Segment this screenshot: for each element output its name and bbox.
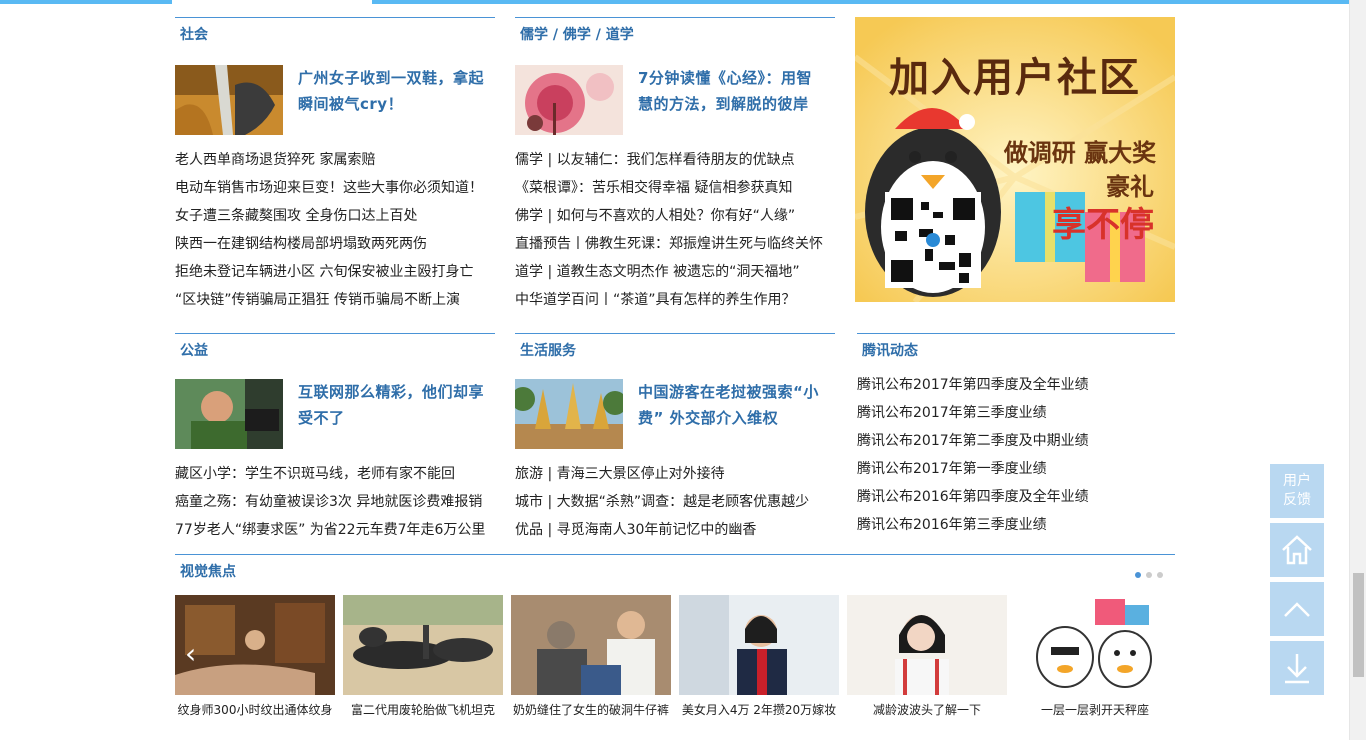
carousel-next-icon[interactable]: › (1151, 640, 1162, 668)
focus-caption[interactable]: 减龄波波头了解一下 (847, 695, 1007, 725)
news-item[interactable]: 藏区小学：学生不识斑马线，老师有家不能回 (175, 460, 495, 488)
feature-story[interactable]: 中国游客在老挝被强索“小费” 外交部介入维权 (515, 379, 835, 449)
focus-image[interactable] (343, 595, 503, 695)
vertical-scrollbar[interactable] (1349, 0, 1366, 740)
tencent-report-list: 腾讯公布2017年第四季度及全年业绩 腾讯公布2017年第三季度业绩 腾讯公布2… (857, 371, 1175, 539)
report-item[interactable]: 腾讯公布2017年第四季度及全年业绩 (857, 371, 1175, 399)
focus-item[interactable]: 富二代用废轮胎做飞机坦克 (343, 595, 503, 725)
section-religion: 儒学 / 佛学 / 道学 7分钟读懂《心经》：用智慧的方法，到解脱的彼岸 儒学 … (515, 17, 835, 314)
feature-story[interactable]: 互联网那么精彩，他们却享受不了 (175, 379, 495, 449)
news-item[interactable]: 77岁老人“绑妻求医” 为省22元车费7年走6万公里 (175, 516, 495, 544)
news-item[interactable]: 女子遭三条藏獒围攻 全身伤口达上百处 (175, 202, 495, 230)
section-title[interactable]: 公益 (180, 343, 208, 359)
focus-caption[interactable]: 一层一层剥开天秤座 (1015, 695, 1175, 725)
report-item[interactable]: 腾讯公布2016年第三季度业绩 (857, 511, 1175, 539)
carousel-prev-icon[interactable]: ‹ (185, 640, 196, 668)
focus-image[interactable] (679, 595, 839, 695)
report-item[interactable]: 腾讯公布2016年第四季度及全年业绩 (857, 483, 1175, 511)
news-item[interactable]: 直播预告丨佛教生死课：郑振煌讲生死与临终关怀 (515, 230, 835, 258)
focus-item[interactable]: 纹身师300小时纹出通体纹身 (175, 595, 335, 725)
home-button[interactable] (1270, 523, 1324, 577)
news-item[interactable]: 癌童之殇：有幼童被误诊3次 异地就医诊费难报销 (175, 488, 495, 516)
news-item[interactable]: 佛学 | 如何与不喜欢的人相处？你有好“人缘” (515, 202, 835, 230)
feature-title[interactable]: 中国游客在老挝被强索“小费” 外交部介入维权 (638, 379, 824, 431)
carousel-pagination (1135, 572, 1163, 578)
news-list: 藏区小学：学生不识斑马线，老师有家不能回 癌童之殇：有幼童被误诊3次 异地就医诊… (175, 460, 495, 544)
section-title[interactable]: 腾讯动态 (862, 343, 918, 359)
feedback-label-line-1: 用户 (1283, 473, 1311, 489)
focus-item[interactable]: 奶奶缝住了女生的破洞牛仔裤 (511, 595, 671, 725)
focus-caption[interactable]: 奶奶缝住了女生的破洞牛仔裤 (511, 695, 671, 725)
news-item[interactable]: 中华道学百问丨“茶道”具有怎样的养生作用？ (515, 286, 835, 314)
feature-thumbnail[interactable] (175, 65, 283, 135)
section-life-services: 生活服务 中国游客在老挝被强索“小费” 外交部介入维权 旅游 | 青海三大景区停… (515, 333, 835, 544)
news-item[interactable]: 旅游 | 青海三大景区停止对外接待 (515, 460, 835, 488)
focus-item[interactable]: 美女月入4万 2年攒20万嫁妆 (679, 595, 839, 725)
report-item[interactable]: 腾讯公布2017年第一季度业绩 (857, 455, 1175, 483)
community-ad-banner[interactable]: 加入用户社区 做调研 赢大奖 豪礼 享不停 (855, 17, 1175, 302)
section-header: 生活服务 (515, 333, 835, 367)
focus-image[interactable] (847, 595, 1007, 695)
visual-focus-carousel: 纹身师300小时纹出通体纹身 富二代用废轮胎做飞机坦克 奶奶缝住了女生的破洞牛仔… (175, 595, 1175, 725)
news-item[interactable]: 《菜根谭》：苦乐相交得幸福 疑信相参获真知 (515, 174, 835, 202)
news-item[interactable]: 老人西单商场退货猝死 家属索赔 (175, 146, 495, 174)
section-title[interactable]: 生活服务 (520, 343, 576, 359)
download-icon (1285, 654, 1309, 684)
download-button[interactable] (1270, 641, 1324, 695)
carousel-dot[interactable] (1146, 572, 1152, 578)
feature-thumbnail[interactable] (175, 379, 283, 449)
feedback-button[interactable]: 用户 反馈 (1270, 464, 1324, 518)
feature-title[interactable]: 互联网那么精彩，他们却享受不了 (298, 379, 484, 431)
section-charity: 公益 互联网那么精彩，他们却享受不了 藏区小学：学生不识斑马线，老师有家不能回 … (175, 333, 495, 544)
ad-line-3: 享不停 (1052, 205, 1154, 245)
report-item[interactable]: 腾讯公布2017年第三季度业绩 (857, 399, 1175, 427)
news-item[interactable]: “区块链”传销骗局正猖狂 传销币骗局不断上演 (175, 286, 495, 314)
news-item[interactable]: 优品 | 寻觅海南人30年前记忆中的幽香 (515, 516, 835, 544)
news-item[interactable]: 电动车销售市场迎来巨变！这些大事你必须知道！ (175, 174, 495, 202)
section-tencent-news: 腾讯动态 腾讯公布2017年第四季度及全年业绩 腾讯公布2017年第三季度业绩 … (857, 333, 1175, 539)
top-accent-bar (0, 0, 1349, 4)
feature-story[interactable]: 广州女子收到一双鞋，拿起瞬间被气cry！ (175, 65, 495, 135)
news-item[interactable]: 儒学 | 以友辅仁：我们怎样看待朋友的优缺点 (515, 146, 835, 174)
section-header: 儒学 / 佛学 / 道学 (515, 17, 835, 51)
news-item[interactable]: 陕西一在建钢结构楼局部坍塌致两死两伤 (175, 230, 495, 258)
section-society: 社会 广州女子收到一双鞋，拿起瞬间被气cry！ 老人西单商场退货猝死 家属索赔 … (175, 17, 495, 314)
feature-thumbnail[interactable] (515, 65, 623, 135)
ad-headline: 加入用户社区 (889, 55, 1141, 101)
feature-story[interactable]: 7分钟读懂《心经》：用智慧的方法，到解脱的彼岸 (515, 65, 835, 135)
feature-title[interactable]: 广州女子收到一双鞋，拿起瞬间被气cry！ (298, 65, 484, 117)
feature-title[interactable]: 7分钟读懂《心经》：用智慧的方法，到解脱的彼岸 (638, 65, 824, 117)
active-tab-gap (172, 0, 372, 4)
news-item[interactable]: 道学 | 道教生态文明杰作 被遗忘的“洞天福地” (515, 258, 835, 286)
news-list: 儒学 | 以友辅仁：我们怎样看待朋友的优缺点 《菜根谭》：苦乐相交得幸福 疑信相… (515, 146, 835, 314)
arrow-up-icon (1284, 602, 1310, 617)
section-header: 腾讯动态 (857, 333, 1175, 367)
back-to-top-button[interactable] (1270, 582, 1324, 636)
report-item[interactable]: 腾讯公布2017年第二季度及中期业绩 (857, 427, 1175, 455)
focus-image[interactable] (511, 595, 671, 695)
ad-line-1: 做调研 赢大奖 (1003, 139, 1157, 167)
section-header: 公益 (175, 333, 495, 367)
section-title[interactable]: 视觉焦点 (180, 564, 236, 580)
visual-focus-header: 视觉焦点 (175, 554, 1175, 590)
carousel-dot[interactable] (1157, 572, 1163, 578)
scrollbar-thumb[interactable] (1353, 573, 1364, 677)
news-item[interactable]: 拒绝未登记车辆进小区 六旬保安被业主殴打身亡 (175, 258, 495, 286)
focus-caption[interactable]: 美女月入4万 2年攒20万嫁妆 (679, 695, 839, 725)
feature-thumbnail[interactable] (515, 379, 623, 449)
home-icon (1282, 535, 1312, 565)
focus-caption[interactable]: 富二代用废轮胎做飞机坦克 (343, 695, 503, 725)
focus-caption[interactable]: 纹身师300小时纹出通体纹身 (175, 695, 335, 725)
carousel-dot[interactable] (1135, 572, 1141, 578)
section-title[interactable]: 社会 (180, 27, 208, 43)
section-title[interactable]: 儒学 / 佛学 / 道学 (520, 27, 634, 43)
feedback-label-line-2: 反馈 (1283, 492, 1311, 508)
news-list: 老人西单商场退货猝死 家属索赔 电动车销售市场迎来巨变！这些大事你必须知道！ 女… (175, 146, 495, 314)
section-header: 社会 (175, 17, 495, 51)
focus-image[interactable] (175, 595, 335, 695)
news-list: 旅游 | 青海三大景区停止对外接待 城市 | 大数据“杀熟”调查：越是老顾客优惠… (515, 460, 835, 544)
news-item[interactable]: 城市 | 大数据“杀熟”调查：越是老顾客优惠越少 (515, 488, 835, 516)
focus-item[interactable]: 减龄波波头了解一下 (847, 595, 1007, 725)
